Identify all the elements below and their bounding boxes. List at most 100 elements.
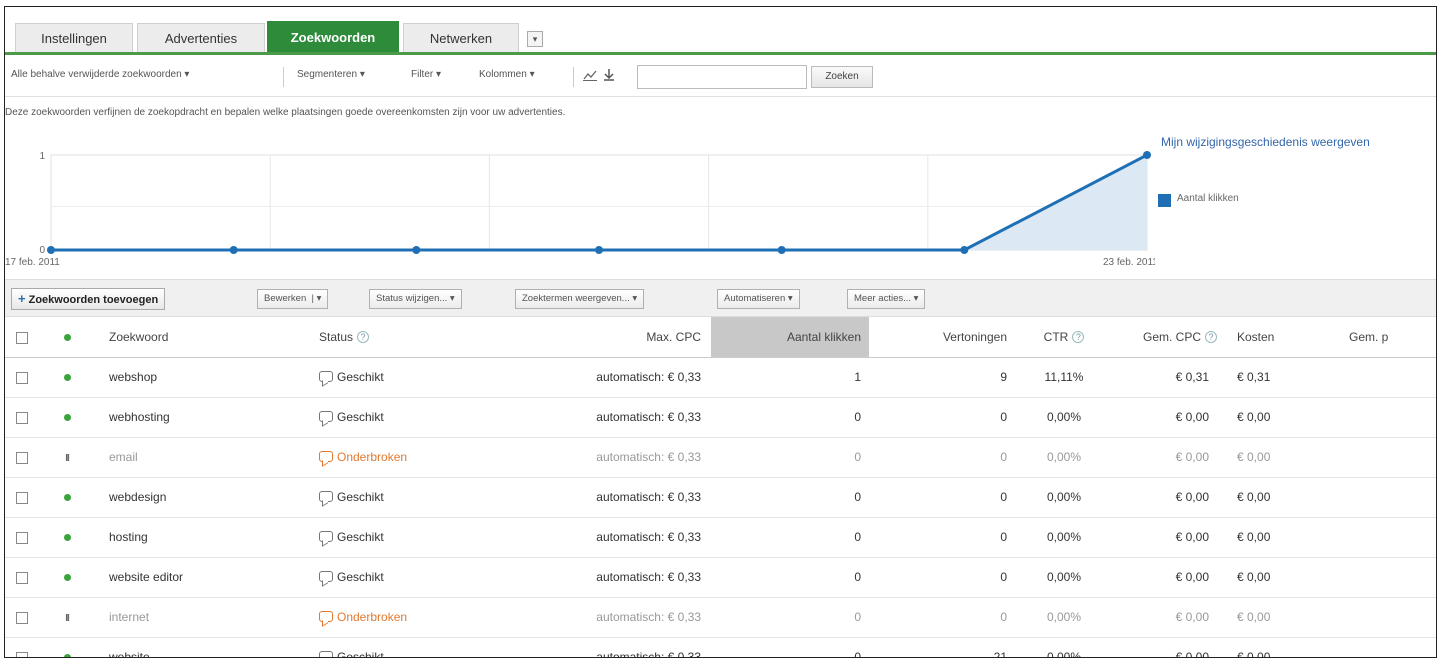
- edit-label: Bewerken: [264, 293, 307, 304]
- avg-position-cell: [1313, 557, 1436, 598]
- enabled-dot-icon[interactable]: [63, 654, 71, 657]
- max-cpc-cell[interactable]: automatisch: € 0,33: [475, 557, 711, 598]
- more-actions-button[interactable]: Meer acties... ▾: [847, 289, 926, 309]
- header-cost[interactable]: Kosten: [1223, 317, 1313, 358]
- row-checkbox[interactable]: [16, 451, 28, 464]
- clicks-cell: 0: [711, 557, 869, 598]
- table-row[interactable]: webshop Geschikt automatisch: € 0,33 1 9 11,1…: [5, 357, 1436, 398]
- keyword-cell[interactable]: website: [95, 637, 305, 657]
- table-row[interactable]: II email Onderbroken automatisch: € 0,33 0 0 0…: [5, 437, 1436, 478]
- data-point: [595, 246, 603, 254]
- add-keywords-button[interactable]: + Zoekwoorden toevoegen: [11, 288, 166, 310]
- tab-zoekwoorden[interactable]: Zoekwoorden: [267, 21, 399, 53]
- status-cell: Geschikt: [305, 397, 475, 438]
- impressions-cell: 21: [869, 637, 1019, 657]
- keywords-table: Zoekwoord Status? Max. CPC Aantal klikke…: [5, 317, 1436, 658]
- change-history-link[interactable]: Mijn wijzigingsgeschiedenis weergeven: [1161, 135, 1370, 149]
- keyword-cell[interactable]: webshop: [95, 357, 305, 398]
- help-icon[interactable]: ?: [1072, 330, 1085, 343]
- header-clicks[interactable]: Aantal klikken: [711, 317, 869, 358]
- row-checkbox[interactable]: [16, 531, 28, 544]
- header-max-cpc[interactable]: Max. CPC: [475, 317, 711, 358]
- table-row[interactable]: webhosting Geschikt automatisch: € 0,33 0 0 0…: [5, 397, 1436, 438]
- keyword-scope-dropdown[interactable]: Alle behalve verwijderde zoekwoorden ▾: [11, 69, 189, 80]
- row-checkbox[interactable]: [16, 571, 28, 584]
- status-cell: Geschikt: [305, 477, 475, 518]
- table-row[interactable]: website editor Geschikt automatisch: € 0,3…: [5, 557, 1436, 598]
- max-cpc-cell[interactable]: automatisch: € 0,33: [475, 397, 711, 438]
- help-icon[interactable]: ?: [357, 330, 370, 343]
- search-button[interactable]: Zoeken: [811, 66, 873, 88]
- download-icon[interactable]: [603, 69, 615, 84]
- keyword-cell[interactable]: webdesign: [95, 477, 305, 518]
- columns-dropdown[interactable]: Kolommen ▾: [479, 69, 535, 80]
- speech-bubble-icon[interactable]: [319, 491, 333, 502]
- plus-icon: +: [18, 291, 26, 306]
- keyword-cell[interactable]: internet: [95, 597, 305, 638]
- table-row[interactable]: II internet Onderbroken automatisch: € 0,33…: [5, 597, 1436, 638]
- y-tick-label: 0: [39, 245, 45, 256]
- enabled-dot-icon[interactable]: [63, 374, 71, 381]
- table-row[interactable]: website Geschikt automatisch: € 0,33 0 21 0,0…: [5, 637, 1436, 658]
- select-all-checkbox[interactable]: [16, 331, 28, 344]
- ctr-cell: 0,00%: [1019, 597, 1109, 638]
- row-checkbox[interactable]: [16, 411, 28, 424]
- tab-instellingen[interactable]: Instellingen: [15, 23, 133, 53]
- row-checkbox[interactable]: [16, 611, 28, 624]
- header-avg-position[interactable]: Gem. p: [1313, 317, 1436, 358]
- speech-bubble-icon[interactable]: [319, 531, 333, 542]
- max-cpc-cell[interactable]: automatisch: € 0,33: [475, 477, 711, 518]
- row-checkbox[interactable]: [16, 371, 28, 384]
- more-tabs-chevron-icon[interactable]: ▾: [527, 31, 543, 47]
- speech-bubble-icon[interactable]: [319, 411, 333, 422]
- help-icon[interactable]: ?: [1205, 330, 1217, 343]
- speech-bubble-icon[interactable]: [319, 611, 333, 622]
- segment-dropdown[interactable]: Segmenteren ▾: [297, 69, 365, 80]
- speech-bubble-icon[interactable]: [319, 371, 333, 382]
- automate-button[interactable]: Automatiseren ▾: [717, 289, 800, 309]
- speech-bubble-icon[interactable]: [319, 451, 333, 462]
- cost-cell: € 0,00: [1223, 637, 1313, 657]
- table-row[interactable]: webdesign Geschikt automatisch: € 0,33 0 0 0,…: [5, 477, 1436, 518]
- line-chart-icon[interactable]: [583, 69, 597, 84]
- header-keyword[interactable]: Zoekwoord: [95, 317, 305, 358]
- keyword-cell[interactable]: email: [95, 437, 305, 478]
- show-search-terms-button[interactable]: Zoektermen weergeven... ▾: [515, 289, 645, 309]
- max-cpc-cell[interactable]: automatisch: € 0,33: [475, 357, 711, 398]
- header-avg-cpc-label: Gem. CPC: [1142, 329, 1201, 344]
- filter-dropdown[interactable]: Filter ▾: [411, 69, 441, 80]
- keyword-cell[interactable]: hosting: [95, 517, 305, 558]
- enabled-dot-icon[interactable]: [63, 534, 71, 541]
- enabled-dot-icon[interactable]: [63, 574, 71, 581]
- enabled-dot-icon[interactable]: [63, 494, 71, 501]
- clicks-line-chart: 1 017 feb. 2011 23 feb. 2011: [5, 151, 1155, 268]
- speech-bubble-icon[interactable]: [319, 571, 333, 582]
- edit-button[interactable]: Bewerken | ▾: [257, 289, 329, 309]
- row-checkbox[interactable]: [16, 491, 28, 504]
- max-cpc-cell[interactable]: automatisch: € 0,33: [475, 597, 711, 638]
- header-status[interactable]: Status?: [305, 317, 475, 358]
- header-impressions[interactable]: Vertoningen: [869, 317, 1019, 358]
- avg-position-cell: 1: [1313, 637, 1436, 657]
- max-cpc-cell[interactable]: automatisch: € 0,33: [475, 517, 711, 558]
- max-cpc-cell[interactable]: automatisch: € 0,33: [475, 637, 711, 657]
- table-row[interactable]: hosting Geschikt automatisch: € 0,33 0 0 0,00…: [5, 517, 1436, 558]
- impressions-cell: 0: [869, 557, 1019, 598]
- speech-bubble-icon[interactable]: [319, 651, 333, 657]
- keyword-search-input[interactable]: [637, 65, 807, 89]
- paused-icon[interactable]: II: [65, 613, 69, 624]
- header-avg-cpc[interactable]: Gem. CPC?: [1109, 317, 1223, 358]
- change-status-button[interactable]: Status wijzigen... ▾: [369, 289, 462, 309]
- keyword-cell[interactable]: webhosting: [95, 397, 305, 438]
- tab-netwerken[interactable]: Netwerken: [403, 23, 519, 53]
- paused-icon[interactable]: II: [65, 453, 69, 464]
- data-point: [47, 246, 55, 254]
- row-checkbox[interactable]: [16, 651, 28, 657]
- tab-advertenties[interactable]: Advertenties: [137, 23, 265, 53]
- keyword-cell[interactable]: website editor: [95, 557, 305, 598]
- header-ctr[interactable]: CTR?: [1019, 317, 1109, 358]
- max-cpc-cell[interactable]: automatisch: € 0,33: [475, 437, 711, 478]
- status-text: Geschikt: [337, 650, 384, 658]
- clicks-cell: 0: [711, 437, 869, 478]
- enabled-dot-icon[interactable]: [63, 414, 71, 421]
